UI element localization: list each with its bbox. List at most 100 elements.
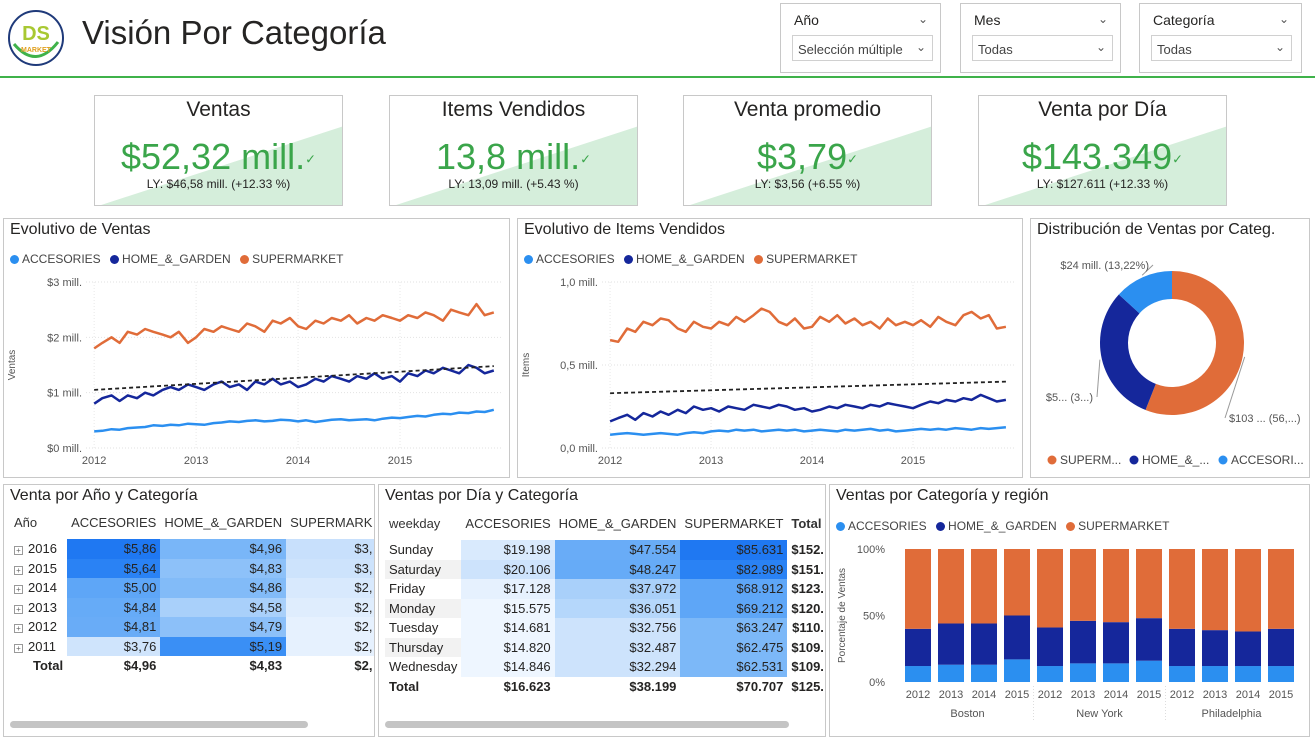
x-tick-label: 2014 xyxy=(1104,689,1128,701)
table-row[interactable]: Wednesday $14.846 $32.294 $62.531 $109. xyxy=(385,657,825,677)
value-cell: $4,58 xyxy=(160,597,287,617)
year-cell[interactable]: +2015 xyxy=(10,559,67,579)
bar-segment-home-garden xyxy=(1037,627,1063,667)
page-title: Visión Por Categoría xyxy=(82,14,386,51)
category-dropdown[interactable]: Todas ⌄ xyxy=(1151,35,1292,61)
bar-segment-accesories xyxy=(1070,663,1096,682)
table-row[interactable]: +2012 $4,81 $4,79 $2, xyxy=(10,617,374,637)
table-row[interactable]: Monday $15.575 $36.051 $69.212 $120. xyxy=(385,598,825,618)
column-header: ACCESORIES xyxy=(71,514,157,530)
kpi-card-venta-promedio[interactable]: Venta promedio $3,79✓ LY: $3,56 (+6.55 %… xyxy=(683,95,932,206)
value-cell: $82.989 xyxy=(680,559,788,579)
y-tick-label: $2 mill. xyxy=(47,332,82,344)
y-tick-label: 0,0 mill. xyxy=(560,443,598,455)
column-header: SUPERMARKET xyxy=(684,515,784,531)
value-cell: $2, xyxy=(286,636,374,656)
year-cell[interactable]: +2011 xyxy=(10,637,67,657)
chevron-down-icon[interactable]: ⌄ xyxy=(1279,12,1289,26)
donut-slice-home-garden xyxy=(1100,294,1156,410)
bar-segment-home-garden xyxy=(905,628,931,667)
donut-plot: $103 ... (56,...) $5... (3...) $24 mill. (… xyxy=(1046,260,1304,467)
value-cell: $3, xyxy=(286,558,374,578)
category-slicer[interactable]: Categoría ⌄ Todas ⌄ xyxy=(1139,3,1302,73)
horizontal-scrollbar[interactable] xyxy=(385,721,789,728)
y-tick-label: 100% xyxy=(857,544,885,556)
year-cell[interactable]: +2012 xyxy=(10,617,67,637)
value-cell: $4,96 xyxy=(160,539,287,559)
table-row[interactable]: Tuesday $14.681 $32.756 $63.247 $110. xyxy=(385,618,825,638)
x-group-label: Philadelphia xyxy=(1202,708,1263,720)
month-dropdown[interactable]: Todas ⌄ xyxy=(972,35,1113,61)
kpi-card-items-vendidos[interactable]: Items Vendidos 13,8 mill.✓ LY: 13,09 mil… xyxy=(389,95,638,206)
x-tick-label: 2013 xyxy=(1071,689,1095,701)
total-row: Total $16.623 $38.199 $70.707 $125. xyxy=(385,677,825,697)
expand-icon[interactable]: + xyxy=(14,585,23,595)
table-row[interactable]: +2011 $3,76 $5,19 $2, xyxy=(10,636,374,657)
sales-by-year-table[interactable]: Venta por Año y Categoría Año ACCESORIES… xyxy=(3,484,375,737)
bar-segment-accesories xyxy=(1136,660,1162,682)
bar-segment-supermarket xyxy=(1004,549,1030,616)
bar-segment-supermarket xyxy=(1235,549,1261,632)
kpi-title: Ventas xyxy=(186,98,251,121)
value-cell: $37.972 xyxy=(554,579,681,599)
table-row[interactable]: +2015 $5,64 $4,83 $3, xyxy=(10,558,374,579)
kpi-card-ventas[interactable]: Ventas $52,32 mill.✓ LY: $46,58 mill. (+… xyxy=(94,95,343,206)
expand-icon[interactable]: + xyxy=(14,643,23,653)
total-label: Total xyxy=(389,678,420,694)
kpi-last-year: LY: $127.611 (+12.33 %) xyxy=(1036,177,1169,191)
month-slicer[interactable]: Mes ⌄ Todas ⌄ xyxy=(960,3,1121,73)
total-cell: $125. xyxy=(791,678,824,694)
kpi-value: $3,79✓ xyxy=(757,136,858,177)
chevron-down-icon[interactable]: ⌄ xyxy=(918,12,928,26)
expand-icon[interactable]: + xyxy=(14,565,23,575)
x-group-label: Boston xyxy=(950,708,984,720)
value-cell: $19.198 xyxy=(461,540,555,560)
kpi-card-venta-por-dia[interactable]: Venta por Día $143.349✓ LY: $127.611 (+1… xyxy=(978,95,1227,206)
legend-marker xyxy=(1218,455,1228,465)
x-tick-label: 2012 xyxy=(906,689,930,701)
x-tick-label: 2015 xyxy=(1137,689,1161,701)
table-row[interactable]: +2014 $5,00 $4,86 $2, xyxy=(10,578,374,598)
table-row[interactable]: Thursday $14.820 $32.487 $62.475 $109. xyxy=(385,637,825,657)
legend-marker xyxy=(1047,455,1057,465)
bar-segment-accesories xyxy=(905,666,931,682)
y-axis-label: Items xyxy=(521,353,532,377)
table-row[interactable]: Sunday $19.198 $47.554 $85.631 $152. xyxy=(385,540,825,560)
chevron-down-icon: ⌄ xyxy=(1274,40,1285,54)
items-trend-chart[interactable]: Evolutivo de Items Vendidos ACCESORIES H… xyxy=(517,218,1023,478)
year-cell[interactable]: +2014 xyxy=(10,578,67,598)
x-tick-label: 2015 xyxy=(901,455,925,467)
bar-segment-supermarket xyxy=(1103,549,1129,623)
chevron-down-icon[interactable]: ⌄ xyxy=(1098,12,1108,26)
table-row[interactable]: +2013 $4,84 $4,58 $2, xyxy=(10,597,374,618)
total-cell: $4,96 xyxy=(123,658,157,674)
bar-segment-accesories xyxy=(1268,666,1294,682)
kpi-value: 13,8 mill.✓ xyxy=(436,136,591,177)
category-donut-chart[interactable]: Distribución de Ventas por Categ. $103 .… xyxy=(1030,218,1310,478)
year-cell[interactable]: +2016 xyxy=(10,539,67,559)
sales-trend-chart[interactable]: Evolutivo de Ventas ACCESORIES HOME_&_GA… xyxy=(3,218,510,478)
bar-segment-home-garden xyxy=(1070,620,1096,664)
category-region-chart[interactable]: Ventas por Categoría y región ACCESORIES… xyxy=(829,484,1310,737)
year-cell[interactable]: +2013 xyxy=(10,598,67,618)
expand-icon[interactable]: + xyxy=(14,624,23,634)
sales-by-day-table[interactable]: Ventas por Día y Categoría weekday ACCES… xyxy=(378,484,826,737)
table-row[interactable]: Friday $17.128 $37.972 $68.912 $123. xyxy=(385,579,825,599)
expand-icon[interactable]: + xyxy=(14,604,23,614)
table-row[interactable]: +2016 $5,86 $4,96 $3, xyxy=(10,539,374,559)
value-cell: $36.051 xyxy=(554,598,681,618)
header-bar: DS MARKET Visión Por Categoría Año ⌄ Sel… xyxy=(0,0,1315,78)
bar-segment-supermarket xyxy=(1136,549,1162,619)
x-tick-label: 2014 xyxy=(972,689,996,701)
trend-line xyxy=(610,380,1006,395)
horizontal-scrollbar[interactable] xyxy=(10,721,308,728)
year-slicer[interactable]: Año ⌄ Selección múltiple ⌄ xyxy=(780,3,941,73)
total-cell: $16.623 xyxy=(503,678,551,694)
series-line-home-garden xyxy=(93,363,495,405)
x-tick-label: 2015 xyxy=(1269,689,1293,701)
kpi-value: $52,32 mill.✓ xyxy=(120,136,316,177)
bar-segment-supermarket xyxy=(1169,549,1195,629)
table-row[interactable]: Saturday $20.106 $48.247 $82.989 $151. xyxy=(385,559,825,579)
year-dropdown[interactable]: Selección múltiple ⌄ xyxy=(792,35,933,61)
expand-icon[interactable]: + xyxy=(14,546,23,556)
